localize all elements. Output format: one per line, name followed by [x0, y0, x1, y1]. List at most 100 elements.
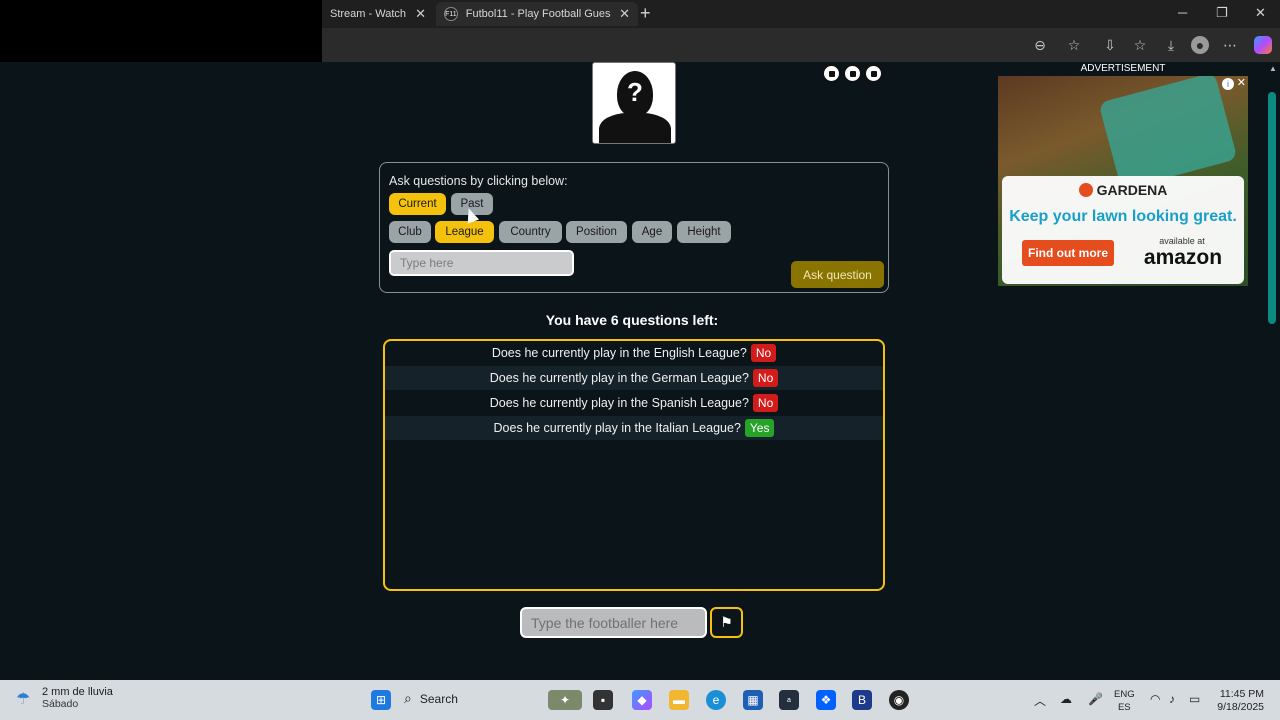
- language-indicator[interactable]: ENG ES: [1114, 688, 1135, 714]
- window-close-icon[interactable]: ✕: [1255, 5, 1266, 21]
- advertisement-label: ADVERTISEMENT: [1080, 63, 1166, 74]
- amazon-app-icon[interactable]: a: [779, 690, 799, 710]
- dropbox-icon[interactable]: ❖: [816, 690, 836, 710]
- start-menu-icon[interactable]: ⊞: [371, 690, 391, 710]
- reader-icon[interactable]: ⊖: [1031, 36, 1049, 54]
- soccer-ball-icon: [822, 64, 841, 83]
- answer-row: Does he currently play in the German Lea…: [385, 366, 883, 390]
- answer-question: Does he currently play in the German Lea…: [489, 371, 749, 385]
- ask-question-button[interactable]: Ask question: [791, 261, 884, 288]
- questions-left-text: You have 6 questions left:: [0, 312, 1266, 328]
- tab-stream[interactable]: Stream - Watch Li ✕: [322, 2, 434, 26]
- minimize-icon[interactable]: ─: [1178, 5, 1187, 20]
- category-age-button[interactable]: Age: [632, 221, 672, 243]
- taskbar-search-label: Search: [419, 691, 458, 706]
- task-view-icon[interactable]: ▪: [593, 690, 613, 710]
- question-prompt: Ask questions by clicking below:: [389, 174, 568, 188]
- chrome-icon[interactable]: ◉: [889, 690, 909, 710]
- game-page: ? Ask questions by clicking below: Curre…: [0, 62, 1266, 676]
- ad-close-icon[interactable]: ✕: [1237, 76, 1246, 89]
- search-icon: ⌕: [404, 690, 412, 706]
- answer-badge: No: [752, 394, 779, 412]
- soccer-ball-icon: [843, 64, 862, 83]
- answer-question: Does he currently play in the English Le…: [491, 346, 747, 360]
- lang-line1: ENG: [1114, 689, 1135, 700]
- windows-taskbar: ☂ 2 mm de lluvia Sábado ⊞ ⌕ Search ✦ ▪ ◆…: [0, 680, 1280, 720]
- category-position-button[interactable]: Position: [566, 221, 627, 243]
- answer-badge: Yes: [744, 419, 775, 437]
- maximize-icon[interactable]: ❐: [1216, 5, 1228, 21]
- ad-panel: GARDENA Keep your lawn looking great. Fi…: [1002, 176, 1244, 284]
- system-clock[interactable]: 11:45 PM 9/18/2025: [1212, 688, 1264, 714]
- advertisement-banner[interactable]: i ✕ GARDENA Keep your lawn looking great…: [998, 76, 1248, 286]
- weather-widget[interactable]: ☂ 2 mm de lluvia Sábado: [16, 686, 113, 710]
- category-league-button[interactable]: League: [435, 221, 494, 243]
- rain-icon: ☂: [16, 691, 31, 708]
- ad-available-at: available at: [1159, 236, 1205, 246]
- wifi-icon[interactable]: ◠: [1150, 692, 1160, 706]
- tray-overflow-icon[interactable]: ︿: [1034, 692, 1046, 709]
- answer-badge: No: [750, 344, 777, 362]
- tab-close-icon[interactable]: ✕: [619, 6, 630, 22]
- gardena-logo-icon: [1078, 183, 1093, 197]
- ad-find-out-more-button[interactable]: Find out more: [1022, 240, 1114, 266]
- weather-line1: 2 mm de lluvia: [42, 686, 113, 698]
- more-menu-icon[interactable]: ⋯: [1221, 36, 1239, 54]
- onedrive-icon[interactable]: ☁: [1060, 692, 1072, 706]
- soccer-ball-icon: [864, 64, 883, 83]
- tab-futbol11-label: Futbol11 - Play Football Guess W: [465, 8, 611, 20]
- filter-current-button[interactable]: Current: [389, 193, 446, 215]
- extensions-icon[interactable]: ⇩: [1101, 36, 1119, 54]
- lawn-mower-image: [1098, 76, 1238, 190]
- questions-left-label: You have 6 questions left:: [545, 312, 719, 328]
- question-panel: Ask questions by clicking below: Current…: [379, 162, 889, 293]
- lang-line2: ES: [1117, 702, 1131, 713]
- lives-indicator: [822, 64, 883, 83]
- tab-futbol11[interactable]: F11 Futbol11 - Play Football Guess W ✕: [436, 2, 638, 26]
- scrollbar-thumb[interactable]: [1268, 92, 1276, 324]
- microsoft-store-icon[interactable]: ▦: [743, 690, 763, 710]
- answer-question: Does he currently play in the Spanish Le…: [489, 396, 749, 410]
- weather-line2: Sábado: [42, 698, 79, 710]
- answer-row: Does he currently play in the Italian Le…: [385, 416, 883, 440]
- favorite-star-icon[interactable]: ☆: [1065, 36, 1083, 54]
- give-up-flag-button[interactable]: ⚑: [710, 607, 743, 638]
- ad-info-icon[interactable]: i: [1222, 78, 1234, 90]
- mystery-player-portrait: ?: [592, 62, 676, 144]
- profile-avatar-icon[interactable]: ●: [1191, 36, 1209, 54]
- scroll-up-icon[interactable]: ▲: [1269, 64, 1277, 73]
- category-height-button[interactable]: Height: [677, 221, 731, 243]
- category-country-button[interactable]: Country: [499, 221, 562, 243]
- futbol11-favicon-icon: F11: [444, 7, 458, 21]
- taskbar-search[interactable]: ⌕ Search: [404, 690, 458, 707]
- battery-icon[interactable]: ▭: [1189, 692, 1200, 706]
- copilot-icon[interactable]: c: [1254, 36, 1272, 54]
- flag-icon: ⚑: [720, 614, 733, 630]
- question-input[interactable]: Type here: [389, 250, 574, 276]
- volume-icon[interactable]: ♪: [1169, 692, 1175, 706]
- answer-question: Does he currently play in the Italian Le…: [493, 421, 741, 435]
- widgets-icon[interactable]: ✦: [548, 690, 582, 710]
- question-mark-icon: ?: [627, 77, 643, 107]
- clock-time: 11:45 PM: [1219, 688, 1264, 700]
- edge-browser-icon[interactable]: e: [706, 690, 726, 710]
- clock-date: 9/18/2025: [1217, 701, 1264, 713]
- answer-history: Does he currently play in the English Le…: [383, 339, 885, 591]
- page-scrollbar[interactable]: ▲: [1266, 62, 1280, 676]
- ad-tagline: Keep your lawn looking great.: [1009, 208, 1237, 225]
- ad-brand: GARDENA: [1002, 182, 1244, 198]
- category-club-button[interactable]: Club: [389, 221, 431, 243]
- b-app-icon[interactable]: B: [852, 690, 872, 710]
- file-explorer-icon[interactable]: ▬: [669, 690, 689, 710]
- answer-badge: No: [752, 369, 779, 387]
- ad-amazon-logo: amazon: [1143, 246, 1223, 269]
- copilot-taskbar-icon[interactable]: ◆: [632, 690, 652, 710]
- downloads-icon[interactable]: ⤓: [1162, 36, 1180, 54]
- tab-stream-label: Stream - Watch Li: [330, 8, 407, 20]
- new-tab-icon[interactable]: +: [640, 3, 651, 24]
- favorites-icon[interactable]: ☆: [1131, 36, 1149, 54]
- tab-close-icon[interactable]: ✕: [415, 6, 426, 22]
- silhouette-body: [599, 113, 671, 143]
- microphone-icon[interactable]: 🎤: [1088, 692, 1103, 706]
- footballer-guess-input[interactable]: Type the footballer here: [520, 607, 707, 638]
